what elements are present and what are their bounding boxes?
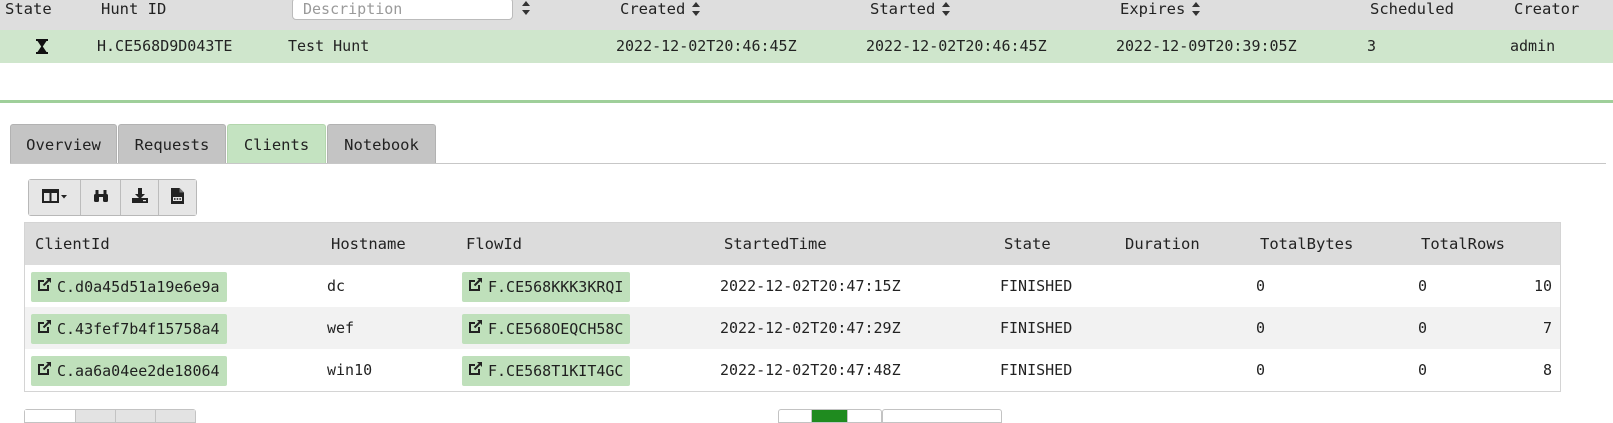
description-filter-input[interactable] xyxy=(292,0,513,20)
client-id: C.43fef7b4f15758a4 xyxy=(57,320,220,338)
client-link[interactable]: C.aa6a04ee2de18064 xyxy=(31,356,227,386)
flow-link[interactable]: F.CE568OEQCH58C xyxy=(462,314,631,344)
flow-id: F.CE568KKK3KRQI xyxy=(488,278,624,296)
column-selector-button[interactable] xyxy=(29,180,81,215)
next-page-button[interactable] xyxy=(848,410,881,422)
total-rows: 10 xyxy=(1533,277,1552,295)
started-time: 2022-12-02T20:47:48Z xyxy=(720,361,901,379)
header-started-label: Started xyxy=(870,0,936,18)
total-bytes: 0 xyxy=(1417,277,1427,295)
total-rows: 8 xyxy=(1542,361,1552,379)
clients-table-header: ClientId Hostname FlowId StartedTime Sta… xyxy=(25,223,1560,265)
table-row: C.43fef7b4f15758a4 wef F.CE568OEQCH58C 2… xyxy=(25,307,1560,349)
tabs-divider xyxy=(10,163,1606,164)
col-state[interactable]: State xyxy=(1004,223,1051,265)
hostname: dc xyxy=(327,277,346,295)
col-startedtime[interactable]: StartedTime xyxy=(724,223,827,265)
client-link[interactable]: C.d0a45d51a19e6e9a xyxy=(31,272,227,302)
hunt-created: 2022-12-02T20:46:45Z xyxy=(616,37,797,55)
external-link-icon xyxy=(37,314,52,344)
tab-overview[interactable]: Overview xyxy=(10,124,117,164)
download-button[interactable] xyxy=(121,180,159,215)
duration: 0 xyxy=(1255,277,1265,295)
header-creator: Creator xyxy=(1514,0,1580,18)
hunt-creator: admin xyxy=(1510,37,1556,55)
flow-id: F.CE568OEQCH58C xyxy=(488,320,624,338)
hostname: wef xyxy=(327,319,355,337)
flow-link[interactable]: F.CE568T1KIT4GC xyxy=(462,356,631,386)
search-button[interactable] xyxy=(81,180,121,215)
pagination xyxy=(778,409,882,423)
binoculars-icon xyxy=(93,189,109,207)
page-size-option[interactable] xyxy=(25,410,77,422)
external-link-icon xyxy=(37,356,52,386)
page-size-option[interactable] xyxy=(156,410,196,422)
duration: 0 xyxy=(1255,361,1265,379)
hunt-row[interactable]: H.CE568D9D043TE Test Hunt 2022-12-02T20:… xyxy=(0,30,1613,63)
tab-notebook[interactable]: Notebook xyxy=(327,124,436,164)
header-scheduled: Scheduled xyxy=(1370,0,1454,18)
previous-page-button[interactable] xyxy=(779,410,813,422)
tab-clients[interactable]: Clients xyxy=(227,124,326,164)
header-created[interactable]: Created xyxy=(620,0,701,20)
started-time: 2022-12-02T20:47:29Z xyxy=(720,319,901,337)
col-flowid[interactable]: FlowId xyxy=(466,223,522,265)
header-expires-label: Expires xyxy=(1120,0,1186,18)
col-duration[interactable]: Duration xyxy=(1125,223,1200,265)
table-toolbar xyxy=(28,179,197,216)
total-rows: 7 xyxy=(1542,319,1552,337)
csv-file-icon xyxy=(171,187,184,208)
sort-icon xyxy=(691,0,701,17)
flow-id: F.CE568T1KIT4GC xyxy=(488,362,624,380)
started-time: 2022-12-02T20:47:15Z xyxy=(720,277,901,295)
header-expires[interactable]: Expires xyxy=(1120,0,1201,20)
pane-splitter[interactable] xyxy=(0,100,1613,103)
table-row: C.d0a45d51a19e6e9a dc F.CE568KKK3KRQI 20… xyxy=(25,265,1560,307)
hunt-description: Test Hunt xyxy=(288,37,370,55)
page-size-selector[interactable] xyxy=(24,409,196,423)
hunt-id: H.CE568D9D043TE xyxy=(97,37,233,55)
external-link-icon xyxy=(468,356,483,386)
page-size-option[interactable] xyxy=(116,410,157,422)
external-link-icon xyxy=(37,272,52,302)
external-link-icon xyxy=(468,272,483,302)
tab-requests[interactable]: Requests xyxy=(118,124,226,164)
flow-link[interactable]: F.CE568KKK3KRQI xyxy=(462,272,631,302)
flow-state: FINISHED xyxy=(1000,277,1073,295)
header-hunt-id: Hunt ID xyxy=(101,0,167,18)
col-clientid[interactable]: ClientId xyxy=(35,223,110,265)
page-size-option[interactable] xyxy=(76,410,117,422)
sort-icon xyxy=(941,0,951,17)
client-link[interactable]: C.43fef7b4f15758a4 xyxy=(31,314,227,344)
export-csv-button[interactable] xyxy=(159,180,196,215)
client-id: C.aa6a04ee2de18064 xyxy=(57,362,220,380)
hunt-expires: 2022-12-09T20:39:05Z xyxy=(1116,37,1297,55)
description-sort-icon[interactable] xyxy=(521,0,531,20)
external-link-icon xyxy=(468,314,483,344)
col-totalbytes[interactable]: TotalBytes xyxy=(1260,223,1353,265)
col-hostname[interactable]: Hostname xyxy=(331,223,406,265)
header-started[interactable]: Started xyxy=(870,0,951,20)
total-bytes: 0 xyxy=(1417,319,1427,337)
header-state: State xyxy=(5,0,52,18)
hunt-started: 2022-12-02T20:46:45Z xyxy=(866,37,1047,55)
hourglass-icon xyxy=(36,39,48,58)
sort-icon xyxy=(1191,0,1201,17)
hunt-scheduled: 3 xyxy=(1367,37,1377,55)
duration: 0 xyxy=(1255,319,1265,337)
client-id: C.d0a45d51a19e6e9a xyxy=(57,278,220,296)
download-icon xyxy=(131,188,148,207)
hostname: win10 xyxy=(327,361,373,379)
goto-page-input[interactable] xyxy=(882,409,1002,423)
flow-state: FINISHED xyxy=(1000,319,1073,337)
current-page-button[interactable] xyxy=(812,410,848,422)
flow-state: FINISHED xyxy=(1000,361,1073,379)
hunt-table-header: State Hunt ID Created Started Expires Sc… xyxy=(0,0,1613,30)
header-created-label: Created xyxy=(620,0,686,18)
total-bytes: 0 xyxy=(1417,361,1427,379)
table-row: C.aa6a04ee2de18064 win10 F.CE568T1KIT4GC… xyxy=(25,349,1560,391)
clients-table: ClientId Hostname FlowId StartedTime Sta… xyxy=(24,222,1561,392)
column-selector-icon xyxy=(41,188,68,207)
col-totalrows[interactable]: TotalRows xyxy=(1421,223,1505,265)
